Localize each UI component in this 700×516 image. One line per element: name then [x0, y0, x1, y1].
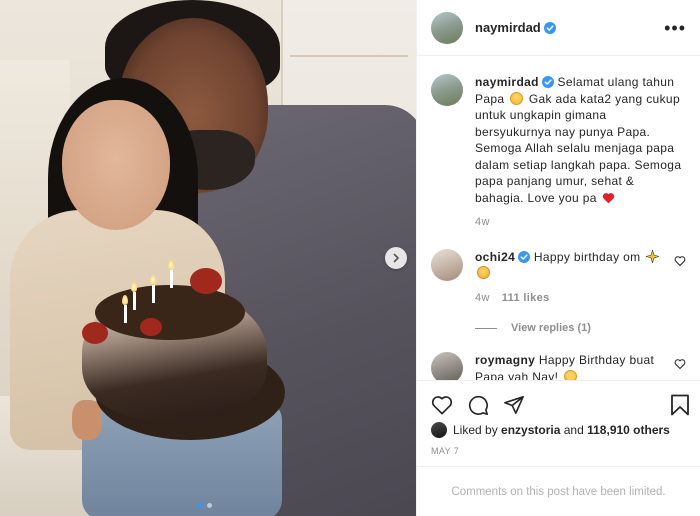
carousel-dot — [198, 503, 203, 508]
caption-time[interactable]: 4w — [475, 214, 490, 231]
star-struck-emoji-icon — [477, 266, 490, 279]
post-header: naymirdad ••• — [417, 0, 700, 56]
caption-text-continued: Gak ada kata2 yang cukup untuk ungkapin … — [475, 91, 682, 205]
caption: naymirdad Selamat ulang tahun Papa Gak a… — [431, 74, 686, 231]
heart-icon — [431, 395, 453, 414]
next-slide-button[interactable] — [385, 247, 407, 269]
commenter-username[interactable]: ochi24 — [475, 250, 515, 264]
save-button[interactable] — [670, 394, 690, 416]
verified-badge-icon — [543, 21, 556, 34]
post-date[interactable]: MAY 7 — [417, 440, 700, 466]
liked-by-summary: Liked by enzystoria and 118,910 others — [417, 420, 700, 440]
commenter-username[interactable]: roymagny — [475, 353, 535, 367]
candle — [133, 292, 136, 310]
comment-button[interactable] — [467, 394, 489, 416]
caption-avatar[interactable] — [431, 74, 463, 106]
comments-limited-notice: Comments on this post have been limited. — [417, 466, 700, 516]
comments-list: naymirdad Selamat ulang tahun Papa Gak a… — [417, 56, 700, 380]
carousel-indicator — [198, 503, 212, 508]
rose-decoration — [82, 322, 108, 344]
smiling-face-with-halo-emoji-icon — [510, 91, 524, 105]
share-icon — [504, 395, 524, 414]
more-options-icon[interactable]: ••• — [664, 19, 686, 37]
post-photo[interactable] — [0, 0, 416, 516]
save-icon — [671, 394, 689, 415]
chevron-right-icon — [393, 253, 399, 263]
comment-item: roymagny Happy Birthday buat Papa yah Na… — [431, 352, 686, 380]
like-button[interactable] — [431, 395, 453, 415]
comment-text: Happy birthday om — [533, 249, 641, 264]
likes-count[interactable]: 118,910 others — [587, 423, 670, 437]
comment-icon — [468, 395, 488, 415]
author-avatar[interactable] — [431, 11, 463, 44]
caption-username[interactable]: naymirdad — [475, 75, 539, 89]
liker-username[interactable]: enzystoria — [501, 423, 560, 437]
comment-item: ochi24 Happy birthday om 4w 111 likes — [431, 248, 686, 307]
comment-time[interactable]: 4w — [475, 290, 490, 307]
like-comment-heart-icon[interactable] — [674, 358, 686, 370]
sparkles-emoji-icon — [646, 249, 660, 263]
verified-badge-icon — [518, 250, 531, 263]
verified-badge-icon — [541, 76, 554, 88]
instagram-post: naymirdad ••• naymirdad Selamat ulang ta… — [0, 0, 700, 516]
like-comment-heart-icon[interactable] — [674, 255, 686, 267]
share-button[interactable] — [503, 395, 525, 415]
face-screaming-emoji-icon — [563, 369, 577, 380]
view-replies-button[interactable]: View replies (1) — [475, 322, 686, 334]
post-side-panel: naymirdad ••• naymirdad Selamat ulang ta… — [416, 0, 700, 516]
author-username[interactable]: naymirdad — [475, 20, 541, 35]
liker-avatar[interactable] — [431, 422, 447, 438]
commenter-avatar[interactable] — [431, 352, 463, 380]
red-heart-emoji-icon — [603, 192, 615, 203]
carousel-dot — [207, 503, 212, 508]
comment-likes[interactable]: 111 likes — [502, 290, 550, 307]
commenter-avatar[interactable] — [431, 248, 463, 281]
